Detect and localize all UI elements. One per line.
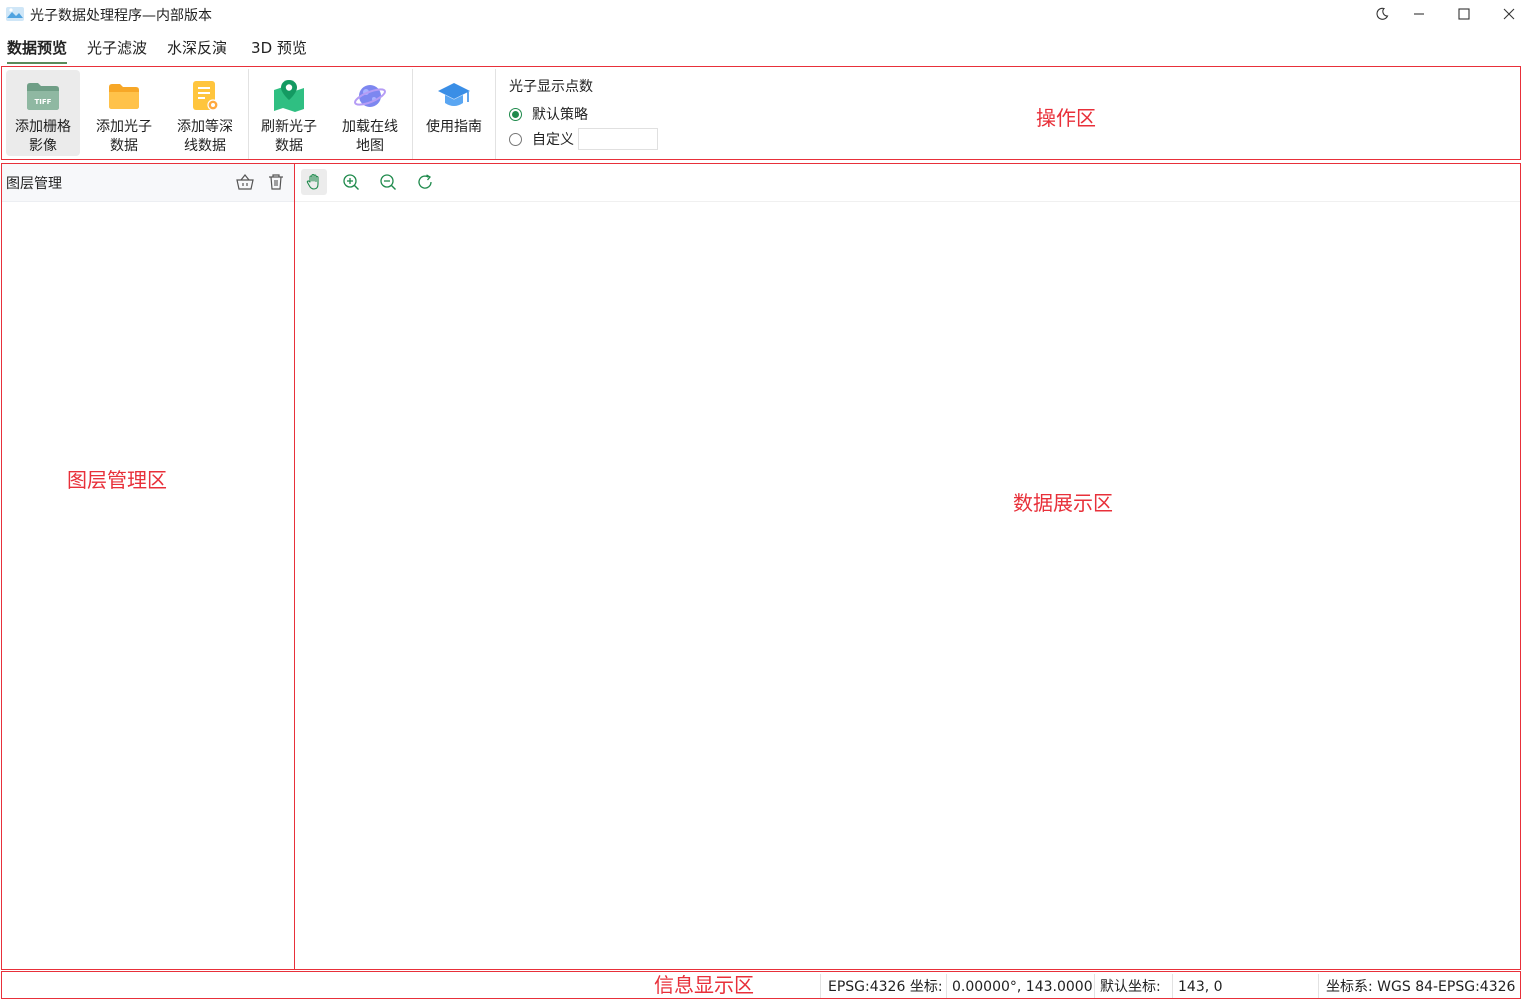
coordinate-value: 0.00000°, 143.0000 [952, 979, 1093, 995]
status-divider [1318, 974, 1319, 998]
photon-points-title: 光子显示点数 [509, 79, 593, 95]
layer-panel: 图层管理 图层管理区 [1, 163, 295, 970]
default-coordinate-label: 默认坐标: [1100, 979, 1161, 995]
coordinate-label: EPSG:4326 坐标: [828, 979, 943, 995]
ribbon-separator [495, 69, 496, 159]
tab-data-preview[interactable]: 数据预览 [0, 34, 74, 64]
document-icon [193, 81, 219, 111]
coordinate-system: 坐标系: WGS 84-EPSG:4326 [1326, 979, 1516, 995]
map-pin-icon [274, 80, 304, 112]
load-online-map-label-2: 地图 [356, 138, 384, 154]
zoom-in-button[interactable] [338, 169, 364, 195]
add-contour-data-label-1: 添加等深 [177, 119, 233, 135]
app-icon [6, 7, 24, 21]
trash-icon[interactable] [266, 172, 286, 192]
load-online-map-label-1: 加载在线 [342, 119, 398, 135]
folder-icon [109, 84, 139, 109]
zoom-in-icon [343, 174, 359, 190]
window-title: 光子数据处理程序—内部版本 [30, 8, 212, 24]
layer-panel-title: 图层管理 [6, 176, 62, 192]
reset-view-button[interactable] [412, 169, 438, 195]
data-display-label: 数据展示区 [1013, 491, 1113, 515]
status-divider [820, 974, 821, 998]
tab-depth-inversion[interactable]: 水深反演 [160, 34, 234, 64]
add-photon-data-label-1: 添加光子 [96, 119, 152, 135]
info-area-label: 信息显示区 [654, 973, 754, 997]
data-display-area[interactable]: 数据展示区 [294, 163, 1521, 970]
reset-view-icon [418, 174, 432, 189]
default-strategy-label: 默认策略 [532, 107, 588, 123]
custom-radio[interactable] [509, 132, 522, 146]
zoom-out-icon [380, 174, 396, 190]
close-button[interactable] [1487, 0, 1525, 28]
close-icon [1503, 8, 1515, 20]
maximize-button[interactable] [1442, 0, 1486, 28]
add-contour-data-button[interactable]: 添加等深 线数据 [168, 70, 242, 156]
minimize-icon [1414, 13, 1424, 15]
photon-points-default-option[interactable]: 默认策略 [509, 104, 588, 124]
user-guide-label: 使用指南 [426, 119, 482, 135]
default-strategy-radio[interactable] [509, 107, 522, 121]
custom-points-input[interactable] [578, 128, 658, 150]
add-raster-image-button[interactable]: TIFF 添加栅格 影像 [6, 70, 80, 156]
operation-area-label: 操作区 [1036, 106, 1096, 130]
status-divider [946, 974, 947, 998]
tab-3d-preview[interactable]: 3D 预览 [244, 34, 314, 64]
pan-hand-icon [306, 173, 319, 190]
add-photon-data-button[interactable]: 添加光子 数据 [87, 70, 161, 156]
map-toolbar [295, 164, 1520, 202]
zoom-out-button[interactable] [375, 169, 401, 195]
svg-text:TIFF: TIFF [35, 98, 52, 106]
graduation-cap-icon [438, 83, 470, 106]
maximize-icon [1458, 8, 1470, 20]
layer-area-label: 图层管理区 [67, 468, 167, 492]
ribbon-separator [412, 69, 413, 159]
add-raster-image-label-2: 影像 [29, 138, 57, 154]
moon-icon [1376, 7, 1389, 20]
refresh-photon-data-button[interactable]: 刷新光子 数据 [252, 70, 326, 156]
ribbon-toolbar: TIFF 添加栅格 影像 添加光子 数据 添加等深 线数据 刷新光子 数据 加载… [1, 66, 1521, 160]
add-photon-data-label-2: 数据 [110, 138, 138, 154]
add-raster-image-label-1: 添加栅格 [15, 119, 71, 135]
tab-photon-filter[interactable]: 光子滤波 [80, 34, 154, 64]
refresh-photon-data-label-1: 刷新光子 [261, 119, 317, 135]
ribbon-separator [248, 69, 249, 159]
user-guide-button[interactable]: 使用指南 [417, 70, 491, 156]
minimize-button[interactable] [1397, 0, 1441, 28]
custom-label: 自定义 [532, 132, 574, 148]
title-bar: 光子数据处理程序—内部版本 [0, 0, 1525, 30]
default-coordinate-value: 143, 0 [1178, 979, 1223, 995]
refresh-photon-data-label-2: 数据 [275, 138, 303, 154]
load-online-map-button[interactable]: 加载在线 地图 [333, 70, 407, 156]
planet-icon [354, 85, 386, 107]
layer-panel-header: 图层管理 [2, 164, 294, 202]
pan-button[interactable] [301, 169, 327, 195]
status-divider [1172, 974, 1173, 998]
ribbon-tabs: 数据预览 光子滤波 水深反演 3D 预览 [0, 34, 314, 64]
tiff-folder-icon: TIFF [27, 83, 59, 110]
status-divider [1094, 974, 1095, 998]
status-bar: 信息显示区 EPSG:4326 坐标: 0.00000°, 143.0000 默… [1, 971, 1521, 999]
basket-icon[interactable] [235, 172, 255, 192]
photon-points-custom-option[interactable]: 自定义 [509, 128, 658, 150]
add-contour-data-label-2: 线数据 [184, 138, 226, 154]
